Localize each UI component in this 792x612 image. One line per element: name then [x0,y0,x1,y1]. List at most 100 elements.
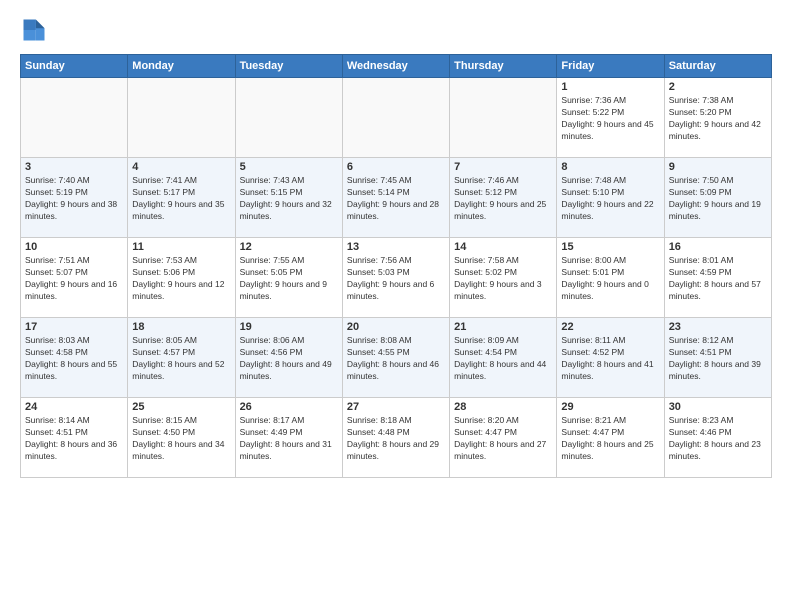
day-info: Sunrise: 7:48 AM Sunset: 5:10 PM Dayligh… [561,175,659,223]
day-info: Sunrise: 7:45 AM Sunset: 5:14 PM Dayligh… [347,175,445,223]
weekday-header: Sunday [21,55,128,78]
day-number: 5 [240,161,338,173]
day-info: Sunrise: 8:08 AM Sunset: 4:55 PM Dayligh… [347,335,445,383]
calendar-week-row: 1 Sunrise: 7:36 AM Sunset: 5:22 PM Daylig… [21,78,772,158]
day-info: Sunrise: 8:21 AM Sunset: 4:47 PM Dayligh… [561,415,659,463]
day-info: Sunrise: 7:58 AM Sunset: 5:02 PM Dayligh… [454,255,552,303]
day-info: Sunrise: 8:01 AM Sunset: 4:59 PM Dayligh… [669,255,767,303]
header [20,16,772,44]
day-info: Sunrise: 8:23 AM Sunset: 4:46 PM Dayligh… [669,415,767,463]
calendar-cell: 7 Sunrise: 7:46 AM Sunset: 5:12 PM Daylig… [450,158,557,238]
calendar-cell: 12 Sunrise: 7:55 AM Sunset: 5:05 PM Dayli… [235,238,342,318]
day-number: 28 [454,401,552,413]
calendar-cell: 1 Sunrise: 7:36 AM Sunset: 5:22 PM Daylig… [557,78,664,158]
page: SundayMondayTuesdayWednesdayThursdayFrid… [0,0,792,612]
day-info: Sunrise: 8:11 AM Sunset: 4:52 PM Dayligh… [561,335,659,383]
calendar-week-row: 24 Sunrise: 8:14 AM Sunset: 4:51 PM Dayli… [21,398,772,478]
calendar-cell: 25 Sunrise: 8:15 AM Sunset: 4:50 PM Dayli… [128,398,235,478]
calendar-cell: 20 Sunrise: 8:08 AM Sunset: 4:55 PM Dayli… [342,318,449,398]
day-number: 29 [561,401,659,413]
calendar-cell: 4Sunrise: 7:41 AM Sunset: 5:17 PM Daylig… [128,158,235,238]
day-info: Sunrise: 8:12 AM Sunset: 4:51 PM Dayligh… [669,335,767,383]
day-number: 19 [240,321,338,333]
calendar-cell: 6 Sunrise: 7:45 AM Sunset: 5:14 PM Daylig… [342,158,449,238]
calendar-cell: 15 Sunrise: 8:00 AM Sunset: 5:01 PM Dayli… [557,238,664,318]
day-number: 9 [669,161,767,173]
day-number: 11 [132,241,230,253]
day-number: 26 [240,401,338,413]
day-info: Sunrise: 7:50 AM Sunset: 5:09 PM Dayligh… [669,175,767,223]
day-number: 6 [347,161,445,173]
day-info: Sunrise: 8:15 AM Sunset: 4:50 PM Dayligh… [132,415,230,463]
calendar-cell: 17 Sunrise: 8:03 AM Sunset: 4:58 PM Dayli… [21,318,128,398]
logo [20,16,50,44]
calendar-cell: 23 Sunrise: 8:12 AM Sunset: 4:51 PM Dayli… [664,318,771,398]
calendar-cell: 30 Sunrise: 8:23 AM Sunset: 4:46 PM Dayli… [664,398,771,478]
day-info: Sunrise: 8:17 AM Sunset: 4:49 PM Dayligh… [240,415,338,463]
calendar-cell: 19 Sunrise: 8:06 AM Sunset: 4:56 PM Dayli… [235,318,342,398]
day-number: 17 [25,321,123,333]
calendar-cell: 13Sunrise: 7:56 AM Sunset: 5:03 PM Dayli… [342,238,449,318]
day-number: 25 [132,401,230,413]
day-number: 1 [561,81,659,93]
day-number: 21 [454,321,552,333]
calendar-cell [128,78,235,158]
calendar: SundayMondayTuesdayWednesdayThursdayFrid… [20,54,772,478]
calendar-cell [450,78,557,158]
day-number: 20 [347,321,445,333]
calendar-cell: 16 Sunrise: 8:01 AM Sunset: 4:59 PM Dayli… [664,238,771,318]
day-info: Sunrise: 7:36 AM Sunset: 5:22 PM Dayligh… [561,95,659,143]
day-number: 15 [561,241,659,253]
calendar-cell: 24 Sunrise: 8:14 AM Sunset: 4:51 PM Dayli… [21,398,128,478]
calendar-cell [235,78,342,158]
day-number: 22 [561,321,659,333]
calendar-cell [21,78,128,158]
day-info: Sunrise: 8:05 AM Sunset: 4:57 PM Dayligh… [132,335,230,383]
day-info: Sunrise: 8:03 AM Sunset: 4:58 PM Dayligh… [25,335,123,383]
day-info: Sunrise: 8:00 AM Sunset: 5:01 PM Dayligh… [561,255,659,303]
calendar-cell: 21 Sunrise: 8:09 AM Sunset: 4:54 PM Dayli… [450,318,557,398]
day-info: Sunrise: 8:18 AM Sunset: 4:48 PM Dayligh… [347,415,445,463]
day-number: 24 [25,401,123,413]
calendar-cell: 22 Sunrise: 8:11 AM Sunset: 4:52 PM Dayli… [557,318,664,398]
day-number: 16 [669,241,767,253]
day-info: Sunrise: 8:06 AM Sunset: 4:56 PM Dayligh… [240,335,338,383]
day-info: Sunrise: 7:51 AM Sunset: 5:07 PM Dayligh… [25,255,123,303]
day-info: Sunrise: 7:40 AM Sunset: 5:19 PM Dayligh… [25,175,123,223]
day-info: Sunrise: 7:46 AM Sunset: 5:12 PM Dayligh… [454,175,552,223]
day-info: Sunrise: 7:38 AM Sunset: 5:20 PM Dayligh… [669,95,767,143]
weekday-header: Monday [128,55,235,78]
calendar-cell: 3 Sunrise: 7:40 AM Sunset: 5:19 PM Daylig… [21,158,128,238]
calendar-cell: 28Sunrise: 8:20 AM Sunset: 4:47 PM Dayli… [450,398,557,478]
calendar-cell: 5 Sunrise: 7:43 AM Sunset: 5:15 PM Daylig… [235,158,342,238]
calendar-cell: 14 Sunrise: 7:58 AM Sunset: 5:02 PM Dayli… [450,238,557,318]
day-number: 18 [132,321,230,333]
day-number: 7 [454,161,552,173]
calendar-cell: 26 Sunrise: 8:17 AM Sunset: 4:49 PM Dayli… [235,398,342,478]
day-info: Sunrise: 7:43 AM Sunset: 5:15 PM Dayligh… [240,175,338,223]
day-info: Sunrise: 8:09 AM Sunset: 4:54 PM Dayligh… [454,335,552,383]
weekday-header: Thursday [450,55,557,78]
day-number: 14 [454,241,552,253]
day-number: 10 [25,241,123,253]
day-number: 2 [669,81,767,93]
day-number: 8 [561,161,659,173]
day-info: Sunrise: 8:14 AM Sunset: 4:51 PM Dayligh… [25,415,123,463]
day-number: 27 [347,401,445,413]
calendar-cell: 27 Sunrise: 8:18 AM Sunset: 4:48 PM Dayli… [342,398,449,478]
day-number: 30 [669,401,767,413]
calendar-week-row: 10 Sunrise: 7:51 AM Sunset: 5:07 PM Dayli… [21,238,772,318]
calendar-week-row: 17 Sunrise: 8:03 AM Sunset: 4:58 PM Dayli… [21,318,772,398]
day-info: Sunrise: 7:53 AM Sunset: 5:06 PM Dayligh… [132,255,230,303]
calendar-cell [342,78,449,158]
day-number: 3 [25,161,123,173]
day-number: 4 [132,161,230,173]
day-number: 12 [240,241,338,253]
calendar-cell: 2 Sunrise: 7:38 AM Sunset: 5:20 PM Daylig… [664,78,771,158]
weekday-header: Tuesday [235,55,342,78]
calendar-cell: 8 Sunrise: 7:48 AM Sunset: 5:10 PM Daylig… [557,158,664,238]
day-number: 23 [669,321,767,333]
calendar-cell: 9 Sunrise: 7:50 AM Sunset: 5:09 PM Daylig… [664,158,771,238]
day-info: Sunrise: 7:55 AM Sunset: 5:05 PM Dayligh… [240,255,338,303]
calendar-cell: 29 Sunrise: 8:21 AM Sunset: 4:47 PM Dayli… [557,398,664,478]
